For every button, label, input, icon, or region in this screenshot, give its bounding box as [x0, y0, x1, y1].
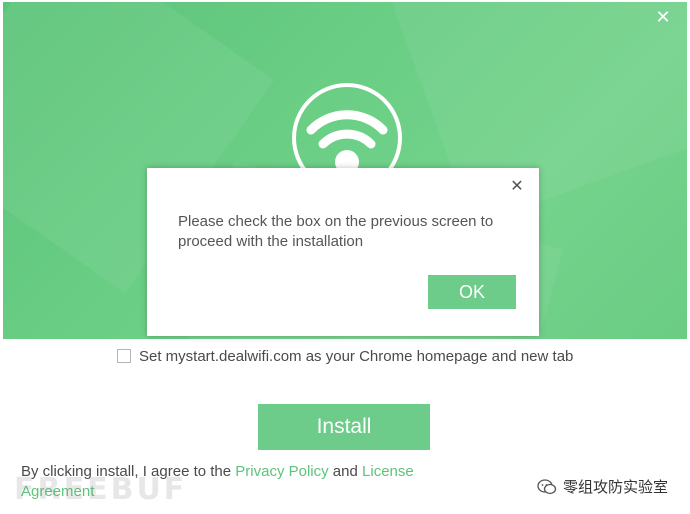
close-icon[interactable]: ✕ [653, 8, 673, 28]
installer-window: ✕ Set mystart.dealwifi.com as your Chrom… [0, 0, 690, 514]
homepage-checkbox[interactable] [117, 349, 131, 363]
close-icon[interactable]: ✕ [509, 178, 525, 194]
alert-dialog: ✕ Please check the box on the previous s… [147, 168, 539, 336]
legal-mid: and [328, 463, 363, 480]
ok-button[interactable]: OK [428, 275, 516, 309]
dialog-message: Please check the box on the previous scr… [178, 213, 494, 250]
install-button[interactable]: Install [258, 404, 430, 450]
privacy-policy-link[interactable]: Privacy Policy [235, 463, 328, 480]
wechat-icon [537, 478, 557, 494]
watermark-text: 零组攻防实验室 [562, 478, 668, 496]
homepage-checkbox-label: Set mystart.dealwifi.com as your Chrome … [139, 347, 574, 365]
watermark-wechat: 零组攻防实验室 [537, 476, 668, 497]
homepage-checkbox-row[interactable]: Set mystart.dealwifi.com as your Chrome … [117, 344, 573, 368]
watermark-freebuf: FREEBUF [14, 472, 188, 507]
